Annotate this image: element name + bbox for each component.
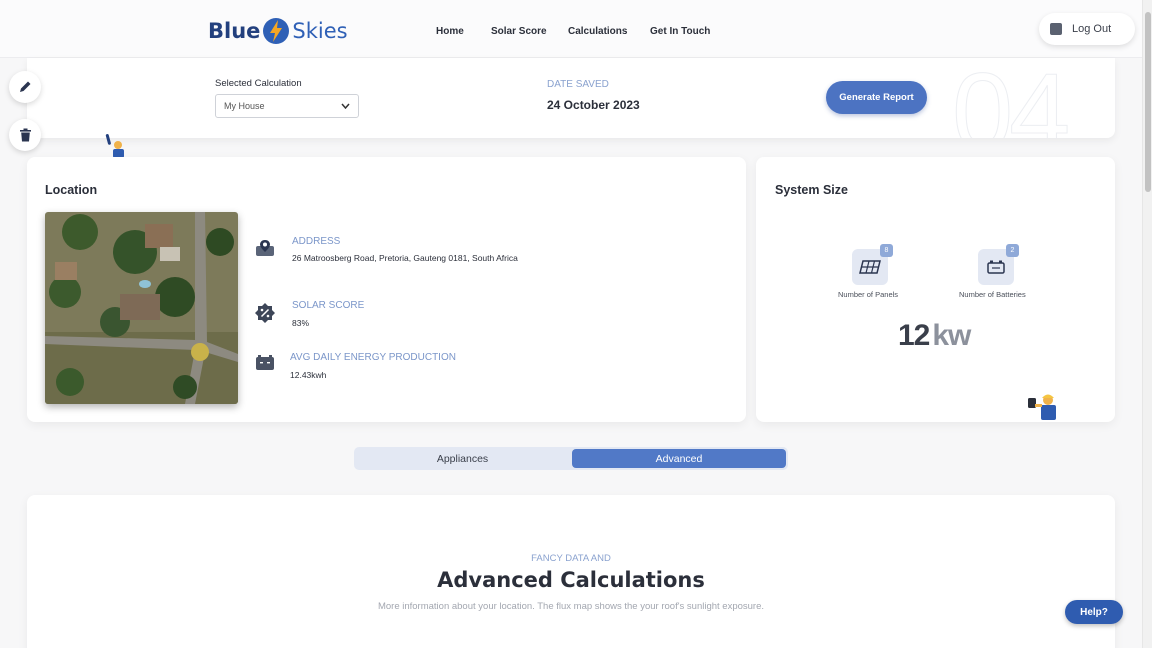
logout-label: Log Out (1072, 23, 1112, 35)
logout-button[interactable]: Log Out (1039, 13, 1135, 45)
batteries-count-badge: 2 (1006, 244, 1019, 257)
solar-score-label: SOLAR SCORE (292, 300, 365, 311)
help-button[interactable]: Help? (1065, 600, 1123, 624)
logo-text-skies: Skies (292, 19, 348, 43)
calculation-select[interactable]: My House (215, 94, 359, 118)
location-title: Location (45, 183, 98, 197)
nav-solar-score[interactable]: Solar Score (491, 26, 547, 37)
lightning-logo-icon (263, 18, 290, 44)
solar-score-value: 83% (292, 318, 310, 328)
page-number-watermark: 04 (951, 58, 1070, 138)
nav-get-in-touch[interactable]: Get In Touch (650, 26, 710, 37)
panels-label: Number of Panels (838, 290, 899, 299)
tab-appliances[interactable]: Appliances (354, 447, 571, 470)
tab-advanced[interactable]: Advanced (572, 449, 786, 468)
satellite-map-image[interactable] (45, 212, 238, 404)
top-nav: Blue Skies Home Solar Score Calculations… (0, 0, 1142, 58)
batteries-label: Number of Batteries (959, 290, 1026, 299)
map-pin-icon (256, 240, 274, 256)
logo[interactable]: Blue Skies (208, 17, 348, 45)
panels-count-badge: 8 (880, 244, 893, 257)
logo-text-blue: Blue (208, 19, 261, 43)
scrollbar[interactable] (1142, 0, 1152, 648)
advanced-kicker: FANCY DATA AND (531, 553, 611, 564)
system-size-card: System Size 8 Number of Panels 2 Number … (756, 157, 1115, 422)
advanced-calculations-section: FANCY DATA AND Advanced Calculations Mor… (27, 495, 1115, 648)
view-toggle: Appliances Advanced (354, 447, 788, 470)
system-size-unit: kw (932, 319, 971, 352)
scrollbar-thumb[interactable] (1145, 12, 1151, 192)
address-value: 26 Matroosberg Road, Pretoria, Gauteng 0… (292, 253, 518, 263)
system-size-title: System Size (775, 183, 848, 197)
battery-icon (256, 355, 274, 370)
solar-panel-icon (859, 260, 881, 274)
logout-icon (1050, 23, 1062, 35)
edit-button[interactable] (9, 71, 41, 103)
energy-production-label: AVG DAILY ENERGY PRODUCTION (290, 352, 456, 363)
system-size-number: 12 (898, 319, 930, 352)
address-label: ADDRESS (292, 236, 341, 247)
system-size-value: 12 kw (898, 319, 971, 353)
trash-icon (19, 128, 31, 142)
aerial-photo (45, 212, 238, 404)
generate-report-button[interactable]: Generate Report (826, 81, 927, 114)
advanced-description: More information about your location. Th… (377, 601, 765, 612)
delete-button[interactable] (9, 119, 41, 151)
calculation-select-value: My House (224, 101, 265, 111)
calculation-toolbar: 04 Selected Calculation My House DATE SA… (27, 58, 1115, 138)
chevron-down-icon (341, 103, 350, 109)
selected-calculation-label: Selected Calculation (215, 78, 302, 89)
location-card: Location ADDRESS 26 Matroosberg Road, Pr… (27, 157, 746, 422)
percent-badge-icon (255, 303, 275, 323)
nav-home[interactable]: Home (436, 26, 464, 37)
waving-worker-icon (105, 134, 124, 158)
battery-icon (987, 260, 1005, 274)
date-saved-value: 24 October 2023 (547, 98, 640, 112)
energy-production-value: 12.43kwh (290, 370, 327, 380)
date-saved-label: DATE SAVED (547, 79, 609, 90)
pencil-icon (20, 81, 31, 92)
nav-calculations[interactable]: Calculations (568, 26, 627, 37)
advanced-title: Advanced Calculations (437, 568, 705, 592)
worker-mascot-icon (1028, 394, 1056, 420)
